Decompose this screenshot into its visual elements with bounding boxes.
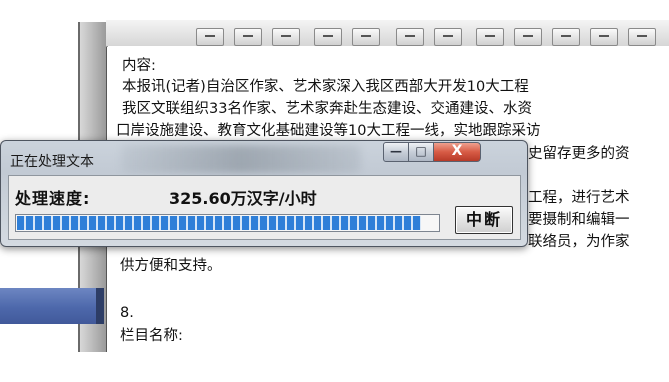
document-line: 要摄制和编辑一 [528, 212, 630, 228]
speed-label: 处理速度: [15, 189, 91, 208]
document-line: 我区文联组织33名作家、艺术家奔赴生态建设、交通建设、水资 [122, 101, 532, 117]
progress-fill [17, 216, 421, 230]
document-line: 供方便和支持。 [120, 258, 222, 274]
toolbar-button[interactable] [396, 28, 424, 46]
taskbar-strip [0, 288, 104, 324]
document-line: 工程，进行艺术 [528, 190, 630, 206]
document-line: 联络员，为作家 [528, 234, 630, 250]
stop-button[interactable]: 中断 [455, 206, 513, 234]
document-line: 内容: [122, 58, 156, 74]
maximize-button[interactable]: □ [408, 142, 434, 162]
progress-bar [15, 214, 440, 232]
minimize-button[interactable]: — [383, 142, 409, 162]
toolbar-button[interactable] [590, 28, 618, 46]
toolbar-button[interactable] [434, 28, 462, 46]
speed-value: 325.60万汉字/小时 [169, 189, 317, 208]
title-bar-blur [121, 145, 361, 173]
toolbar-button[interactable] [314, 28, 342, 46]
toolbar [106, 20, 669, 47]
toolbar-button[interactable] [272, 28, 300, 46]
close-button[interactable]: X [433, 142, 481, 162]
toolbar-button[interactable] [552, 28, 580, 46]
taskbar-strip-edge [96, 288, 104, 324]
document-line: 栏目名称: [120, 328, 183, 344]
document-line: 8. [120, 305, 134, 321]
toolbar-button[interactable] [234, 28, 262, 46]
toolbar-button[interactable] [514, 28, 542, 46]
dialog-client-area: 处理速度: 325.60万汉字/小时 中断 [8, 175, 521, 240]
toolbar-button[interactable] [628, 28, 656, 46]
processing-dialog: 正在处理文本 — □ X 处理速度: 325.60万汉字/小时 中断 [0, 140, 528, 247]
toolbar-button[interactable] [352, 28, 380, 46]
document-line: 史留存更多的资 [528, 146, 630, 162]
document-line: 口岸设施建设、教育文化基础建设等10大工程一线，实地跟踪采访 [116, 123, 541, 139]
toolbar-button[interactable] [476, 28, 504, 46]
toolbar-button[interactable] [196, 28, 224, 46]
dialog-title: 正在处理文本 [10, 154, 94, 170]
document-line: 本报讯(记者)自治区作家、艺术家深入我区西部大开发10大工程 [122, 79, 529, 95]
